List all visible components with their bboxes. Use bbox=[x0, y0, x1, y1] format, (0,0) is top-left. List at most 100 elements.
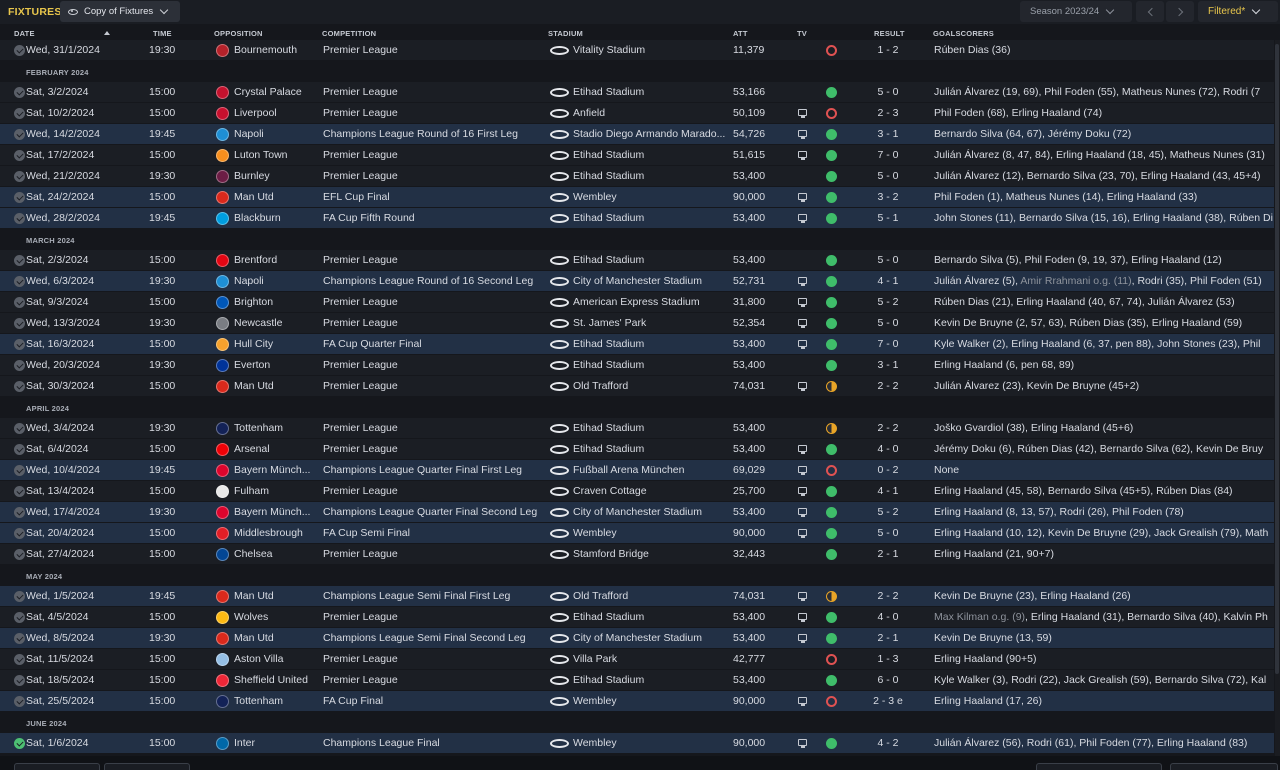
opposition-link[interactable]: Wolves bbox=[234, 607, 320, 628]
match-result[interactable]: 2 - 2 bbox=[860, 418, 916, 439]
opposition-link[interactable]: Crystal Palace bbox=[234, 82, 320, 103]
competition-link[interactable]: Premier League bbox=[323, 376, 547, 397]
opposition-link[interactable]: Aston Villa bbox=[234, 649, 320, 670]
bottom-button[interactable] bbox=[14, 763, 100, 770]
opposition-link[interactable]: Inter bbox=[234, 733, 320, 754]
fixture-row[interactable]: Sat, 18/5/2024 15:00 Sheffield United Premi… bbox=[0, 670, 1274, 691]
competition-link[interactable]: Champions League Quarter Final First Leg bbox=[323, 460, 547, 481]
fixture-row[interactable]: Sat, 1/6/2024 15:00 Inter Champions League … bbox=[0, 733, 1274, 754]
bottom-button[interactable] bbox=[1170, 763, 1278, 770]
fixture-row[interactable]: Sat, 4/5/2024 15:00 Wolves Premier League Et… bbox=[0, 607, 1274, 628]
match-result[interactable]: 2 - 3 bbox=[860, 103, 916, 124]
opposition-link[interactable]: Napoli bbox=[234, 124, 320, 145]
opposition-link[interactable]: Tottenham bbox=[234, 418, 320, 439]
fixture-row[interactable]: Wed, 21/2/2024 19:30 Burnley Premier League… bbox=[0, 166, 1274, 187]
fixture-row[interactable]: Sat, 6/4/2024 15:00 Arsenal Premier League E… bbox=[0, 439, 1274, 460]
filter-button[interactable]: Filtered* bbox=[1198, 1, 1278, 22]
competition-link[interactable]: Premier League bbox=[323, 607, 547, 628]
fixture-row[interactable]: Sat, 30/3/2024 15:00 Man Utd Premier League… bbox=[0, 376, 1274, 397]
match-result[interactable]: 2 - 1 bbox=[860, 628, 916, 649]
opposition-link[interactable]: Bournemouth bbox=[234, 40, 320, 61]
match-result[interactable]: 5 - 0 bbox=[860, 166, 916, 187]
opposition-link[interactable]: Brentford bbox=[234, 250, 320, 271]
opposition-link[interactable]: Tottenham bbox=[234, 691, 320, 712]
fixture-row[interactable]: Wed, 1/5/2024 19:45 Man Utd Champions Leagu… bbox=[0, 586, 1274, 607]
opposition-link[interactable]: Luton Town bbox=[234, 145, 320, 166]
opposition-link[interactable]: Arsenal bbox=[234, 439, 320, 460]
opposition-link[interactable]: Hull City bbox=[234, 334, 320, 355]
opposition-link[interactable]: Bayern Münch... bbox=[234, 460, 320, 481]
match-result[interactable]: 5 - 1 bbox=[860, 208, 916, 229]
fixture-row[interactable]: Wed, 13/3/2024 19:30 Newcastle Premier Leag… bbox=[0, 313, 1274, 334]
opposition-link[interactable]: Man Utd bbox=[234, 628, 320, 649]
match-result[interactable]: 4 - 0 bbox=[860, 607, 916, 628]
opposition-link[interactable]: Chelsea bbox=[234, 544, 320, 565]
competition-link[interactable]: Champions League Round of 16 Second Leg bbox=[323, 271, 547, 292]
competition-link[interactable]: Premier League bbox=[323, 313, 547, 334]
fixture-row[interactable]: Sat, 25/5/2024 15:00 Tottenham FA Cup Final… bbox=[0, 691, 1274, 712]
column-date[interactable]: DATE bbox=[14, 29, 35, 38]
fixture-row[interactable]: Wed, 20/3/2024 19:30 Everton Premier League… bbox=[0, 355, 1274, 376]
fixture-row[interactable]: Sat, 27/4/2024 15:00 Chelsea Premier League… bbox=[0, 544, 1274, 565]
match-result[interactable]: 4 - 1 bbox=[860, 481, 916, 502]
match-result[interactable]: 6 - 0 bbox=[860, 670, 916, 691]
competition-link[interactable]: FA Cup Quarter Final bbox=[323, 334, 547, 355]
opposition-link[interactable]: Burnley bbox=[234, 166, 320, 187]
match-result[interactable]: 3 - 1 bbox=[860, 124, 916, 145]
match-result[interactable]: 5 - 0 bbox=[860, 250, 916, 271]
opposition-link[interactable]: Middlesbrough bbox=[234, 523, 320, 544]
fixture-row[interactable]: Sat, 20/4/2024 15:00 Middlesbrough FA Cup S… bbox=[0, 523, 1274, 544]
fixture-row[interactable]: Wed, 3/4/2024 19:30 Tottenham Premier Leagu… bbox=[0, 418, 1274, 439]
competition-link[interactable]: Premier League bbox=[323, 103, 547, 124]
fixture-row[interactable]: Sat, 13/4/2024 15:00 Fulham Premier League C… bbox=[0, 481, 1274, 502]
scrollbar-thumb[interactable] bbox=[1275, 44, 1279, 674]
column-result[interactable]: RESULT bbox=[874, 29, 905, 38]
competition-link[interactable]: Premier League bbox=[323, 544, 547, 565]
fixture-row[interactable]: Sat, 9/3/2024 15:00 Brighton Premier League… bbox=[0, 292, 1274, 313]
fixture-row[interactable]: Wed, 17/4/2024 19:30 Bayern Münch... Champi… bbox=[0, 502, 1274, 523]
opposition-link[interactable]: Brighton bbox=[234, 292, 320, 313]
match-result[interactable]: 4 - 2 bbox=[860, 733, 916, 754]
opposition-link[interactable]: Liverpool bbox=[234, 103, 320, 124]
opposition-link[interactable]: Man Utd bbox=[234, 187, 320, 208]
fixture-row[interactable]: Sat, 17/2/2024 15:00 Luton Town Premier Lea… bbox=[0, 145, 1274, 166]
match-result[interactable]: 0 - 2 bbox=[860, 460, 916, 481]
column-time[interactable]: TIME bbox=[153, 29, 172, 38]
match-result[interactable]: 5 - 0 bbox=[860, 82, 916, 103]
column-attendance[interactable]: ATT bbox=[733, 29, 748, 38]
season-selector[interactable]: Season 2023/24 bbox=[1020, 1, 1132, 22]
fixture-row[interactable]: Sat, 11/5/2024 15:00 Aston Villa Premier Le… bbox=[0, 649, 1274, 670]
opposition-link[interactable]: Bayern Münch... bbox=[234, 502, 320, 523]
match-result[interactable]: 2 - 3 e bbox=[860, 691, 916, 712]
opposition-link[interactable]: Man Utd bbox=[234, 586, 320, 607]
next-season-button[interactable] bbox=[1166, 1, 1194, 22]
competition-link[interactable]: Champions League Semi Final First Leg bbox=[323, 586, 547, 607]
fixture-row[interactable]: Wed, 28/2/2024 19:45 Blackburn FA Cup Fifth… bbox=[0, 208, 1274, 229]
match-result[interactable]: 3 - 1 bbox=[860, 355, 916, 376]
competition-link[interactable]: FA Cup Final bbox=[323, 691, 547, 712]
bottom-button[interactable] bbox=[1036, 763, 1162, 770]
opposition-link[interactable]: Everton bbox=[234, 355, 320, 376]
competition-link[interactable]: FA Cup Fifth Round bbox=[323, 208, 547, 229]
match-result[interactable]: 4 - 0 bbox=[860, 439, 916, 460]
match-result[interactable]: 7 - 0 bbox=[860, 145, 916, 166]
match-result[interactable]: 5 - 0 bbox=[860, 313, 916, 334]
opposition-link[interactable]: Blackburn bbox=[234, 208, 320, 229]
fixture-row[interactable]: Sat, 3/2/2024 15:00 Crystal Palace Premier … bbox=[0, 82, 1274, 103]
competition-link[interactable]: Premier League bbox=[323, 355, 547, 376]
fixture-row[interactable]: Sat, 16/3/2024 15:00 Hull City FA Cup Quart… bbox=[0, 334, 1274, 355]
match-result[interactable]: 3 - 2 bbox=[860, 187, 916, 208]
previous-season-button[interactable] bbox=[1136, 1, 1164, 22]
match-result[interactable]: 1 - 3 bbox=[860, 649, 916, 670]
fixture-row[interactable]: Wed, 8/5/2024 19:30 Man Utd Champions Leagu… bbox=[0, 628, 1274, 649]
competition-link[interactable]: Premier League bbox=[323, 649, 547, 670]
column-competition[interactable]: COMPETITION bbox=[322, 29, 376, 38]
competition-link[interactable]: EFL Cup Final bbox=[323, 187, 547, 208]
competition-link[interactable]: Champions League Quarter Final Second Le… bbox=[323, 502, 547, 523]
match-result[interactable]: 5 - 2 bbox=[860, 502, 916, 523]
fixture-row[interactable]: Wed, 31/1/2024 19:30 Bournemouth Premier Le… bbox=[0, 40, 1274, 61]
match-result[interactable]: 1 - 2 bbox=[860, 40, 916, 61]
opposition-link[interactable]: Fulham bbox=[234, 481, 320, 502]
competition-link[interactable]: Premier League bbox=[323, 166, 547, 187]
opposition-link[interactable]: Napoli bbox=[234, 271, 320, 292]
